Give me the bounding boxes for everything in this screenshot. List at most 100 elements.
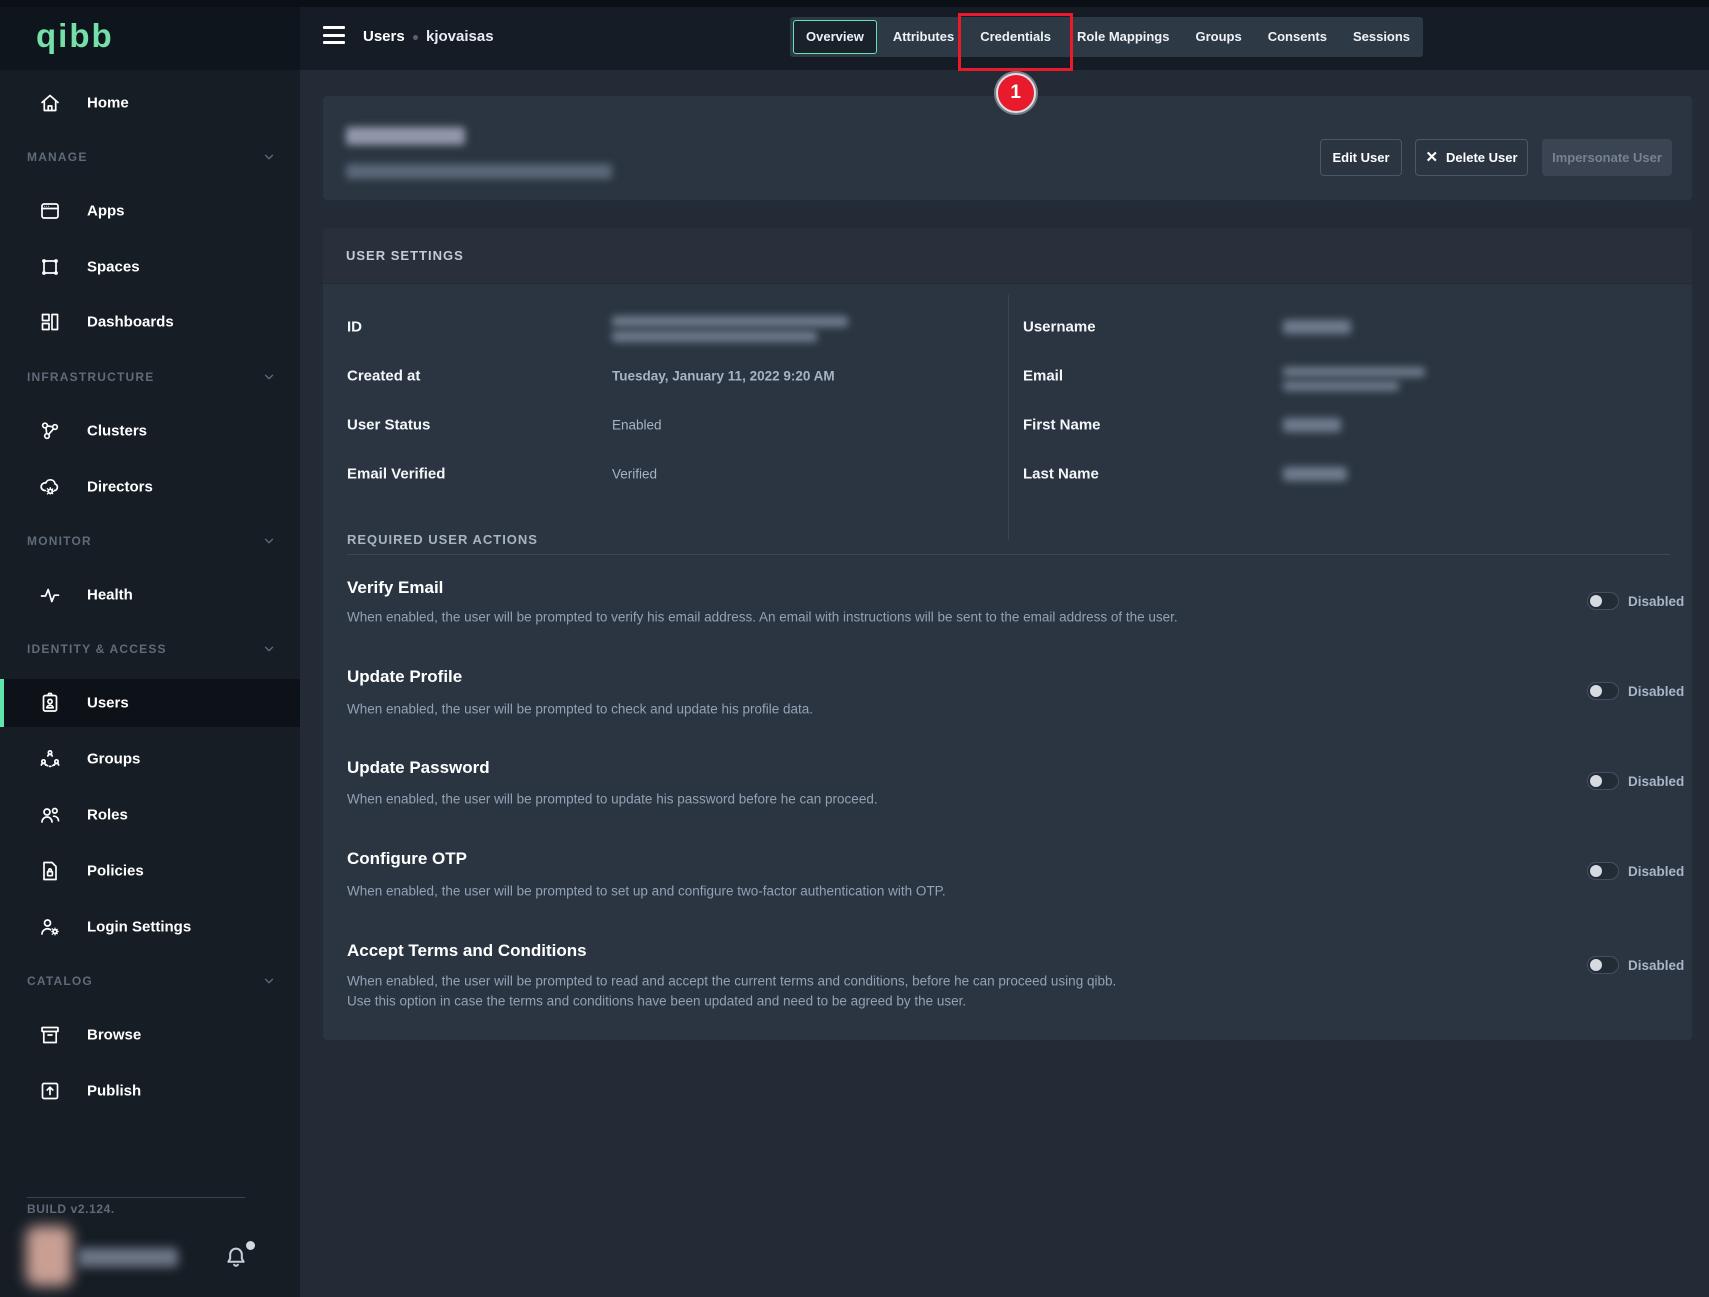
sidebar-item-label: Directors [87,479,153,496]
toggle-switch-icon[interactable] [1587,682,1619,700]
sidebar-item-directors[interactable]: Directors [0,463,300,511]
user-badge-icon [38,691,62,715]
sidebar-item-label: Login Settings [87,919,191,936]
sidebar-item-publish[interactable]: Publish [0,1067,300,1115]
impersonate-user-button[interactable]: Impersonate User [1542,139,1672,176]
logo-area: qibb [0,0,300,70]
toggle-configure-otp[interactable]: Disabled [1587,862,1684,880]
sidebar-item-label: Clusters [87,423,147,440]
toggle-state-label: Disabled [1628,958,1684,973]
clusters-nodes-icon [38,419,62,443]
hamburger-menu-icon[interactable] [323,26,345,44]
required-actions-title: REQUIRED USER ACTIONS [347,532,538,547]
user-detail-tabs: Overview Attributes Credentials 1 Role M… [790,17,1423,57]
sidebar-divider [27,1197,245,1198]
breadcrumb-users[interactable]: Users [363,28,405,45]
sidebar-item-roles[interactable]: Roles [0,791,300,839]
sidebar-item-apps[interactable]: Apps [0,187,300,235]
sidebar-item-users[interactable]: Users [0,679,300,727]
sidebar-section-catalog[interactable]: CATALOG [27,971,276,991]
spaces-frame-icon [38,255,62,279]
user-settings-title: USER SETTINGS [346,248,464,263]
toggle-state-label: Disabled [1628,864,1684,879]
action-desc-accept-terms: When enabled, the user will be prompted … [347,974,1116,989]
toggle-switch-icon[interactable] [1587,592,1619,610]
sidebar-item-label: Health [87,587,133,604]
tab-consents[interactable]: Consents [1255,17,1340,57]
section-label: MONITOR [27,534,92,548]
toggle-switch-icon[interactable] [1587,862,1619,880]
chevron-down-icon [262,370,276,384]
toggle-update-password[interactable]: Disabled [1587,772,1684,790]
sidebar-section-infrastructure[interactable]: INFRASTRUCTURE [27,367,276,387]
sidebar-item-clusters[interactable]: Clusters [0,407,300,455]
sidebar-item-health[interactable]: Health [0,571,300,619]
delete-user-label: Delete User [1446,150,1518,165]
sidebar-section-identity-access[interactable]: IDENTITY & ACCESS [27,639,276,659]
sidebar-item-home[interactable]: Home [0,79,300,127]
chevron-down-icon [262,534,276,548]
sidebar: qibb Home MANAGE Apps Spaces Dashboards … [0,0,300,1297]
field-label-last-name: Last Name [1023,466,1099,483]
sidebar-item-groups[interactable]: Groups [0,735,300,783]
sidebar-item-login-settings[interactable]: Login Settings [0,903,300,951]
sidebar-item-dashboards[interactable]: Dashboards [0,298,300,346]
notification-dot [246,1241,255,1250]
sidebar-item-spaces[interactable]: Spaces [0,243,300,291]
current-user-name-redacted [78,1248,178,1267]
action-desc-update-password: When enabled, the user will be prompted … [347,792,878,807]
two-users-icon [38,803,62,827]
field-value-created-at: Tuesday, January 11, 2022 9:20 AM [612,369,835,384]
toggle-accept-terms[interactable]: Disabled [1587,956,1684,974]
toggle-state-label: Disabled [1628,684,1684,699]
tab-credentials[interactable]: Credentials 1 [967,17,1064,57]
action-title-update-profile: Update Profile [347,667,462,687]
field-value-id-redacted [612,316,848,327]
sidebar-item-label: Home [87,95,129,112]
field-label-id: ID [347,319,362,336]
field-value-user-status: Enabled [612,418,662,433]
toggle-switch-icon[interactable] [1587,956,1619,974]
user-subtitle-redacted [346,164,612,179]
sidebar-item-label: Spaces [87,259,140,276]
sidebar-item-label: Publish [87,1083,141,1100]
tab-groups[interactable]: Groups [1182,17,1254,57]
sidebar-item-label: Apps [87,203,125,220]
toggle-verify-email[interactable]: Disabled [1587,592,1684,610]
tab-attributes[interactable]: Attributes [880,17,967,57]
avatar[interactable] [26,1226,72,1286]
field-label-created-at: Created at [347,368,420,385]
toggle-switch-icon[interactable] [1587,772,1619,790]
field-value-email-verified: Verified [612,467,657,482]
edit-user-button[interactable]: Edit User [1320,139,1402,176]
people-group-icon [38,747,62,771]
tab-overview[interactable]: Overview [793,20,877,54]
field-label-first-name: First Name [1023,417,1101,434]
action-title-configure-otp: Configure OTP [347,849,467,869]
field-label-user-status: User Status [347,417,430,434]
pulse-icon [38,583,62,607]
action-title-accept-terms: Accept Terms and Conditions [347,941,587,961]
sidebar-item-label: Browse [87,1027,141,1044]
sidebar-item-label: Users [87,695,129,712]
action-desc-configure-otp: When enabled, the user will be prompted … [347,884,946,899]
sidebar-item-label: Roles [87,807,128,824]
sidebar-item-browse[interactable]: Browse [0,1011,300,1059]
field-value-id-redacted [612,331,817,342]
sidebar-section-monitor[interactable]: MONITOR [27,531,276,551]
tab-credentials-label: Credentials [980,29,1051,44]
archive-icon [38,1023,62,1047]
tab-role-mappings[interactable]: Role Mappings [1064,17,1182,57]
toggle-update-profile[interactable]: Disabled [1587,682,1684,700]
sidebar-item-label: Policies [87,863,144,880]
tab-sessions[interactable]: Sessions [1340,17,1423,57]
top-bar: Users kjovaisas Overview Attributes Cred… [300,0,1709,70]
delete-user-button[interactable]: ✕Delete User [1415,139,1528,176]
sidebar-item-policies[interactable]: Policies [0,847,300,895]
section-label: INFRASTRUCTURE [27,370,154,384]
sidebar-section-manage[interactable]: MANAGE [27,147,276,167]
apps-window-icon [38,199,62,223]
home-icon [38,91,62,115]
sidebar-item-label: Groups [87,751,140,768]
upload-box-icon [38,1079,62,1103]
